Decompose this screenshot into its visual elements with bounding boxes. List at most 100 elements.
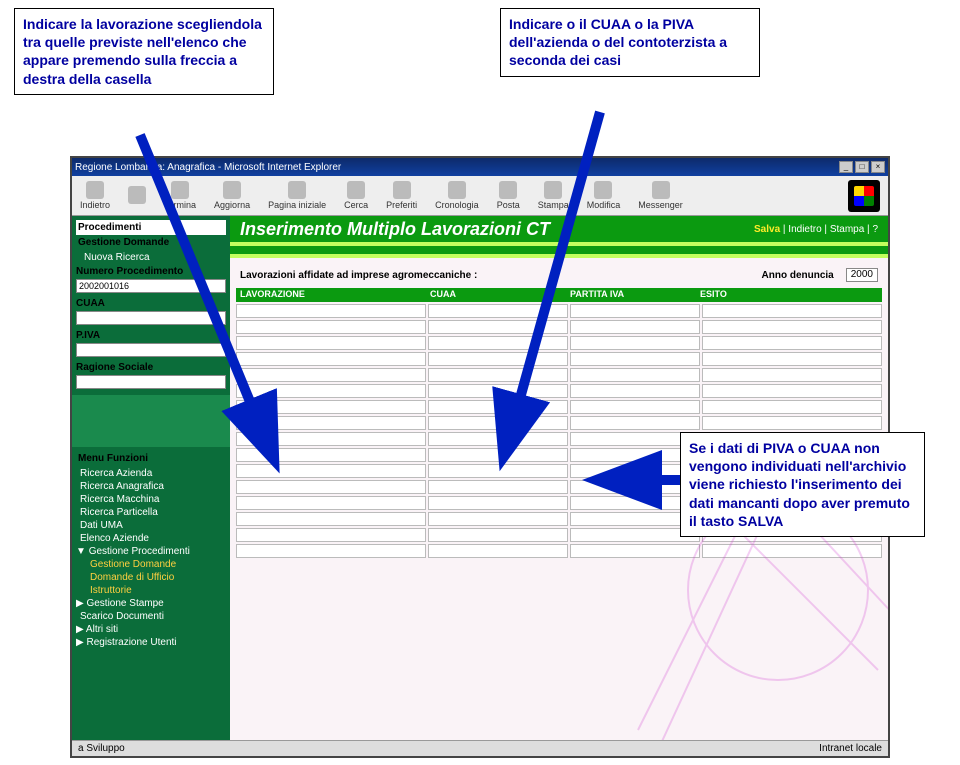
link-indietro[interactable]: Indietro bbox=[788, 224, 821, 235]
cell-esito bbox=[702, 384, 882, 398]
sidebar-menu-heading: Menu Funzioni bbox=[76, 451, 226, 466]
cell-piva[interactable] bbox=[570, 352, 700, 366]
cell-cuaa[interactable] bbox=[428, 416, 568, 430]
cell-cuaa[interactable] bbox=[428, 352, 568, 366]
cell-piva[interactable] bbox=[570, 368, 700, 382]
link-salva[interactable]: Salva bbox=[754, 224, 780, 235]
cell-cuaa[interactable] bbox=[428, 432, 568, 446]
star-icon bbox=[393, 181, 411, 199]
cell-piva[interactable] bbox=[570, 304, 700, 318]
menu-ricerca-particella[interactable]: Ricerca Particella bbox=[76, 507, 226, 518]
input-cuaa[interactable] bbox=[76, 311, 226, 325]
cell-cuaa[interactable] bbox=[428, 464, 568, 478]
cell-cuaa[interactable] bbox=[428, 336, 568, 350]
menu-registrazione-utenti[interactable]: ▶ Registrazione Utenti bbox=[76, 637, 226, 648]
cell-piva[interactable] bbox=[570, 400, 700, 414]
cell-cuaa[interactable] bbox=[428, 544, 568, 558]
tb-refresh[interactable]: Aggiorna bbox=[214, 181, 250, 210]
cell-lavorazione[interactable] bbox=[236, 368, 426, 382]
tb-stop[interactable]: Termina bbox=[164, 181, 196, 210]
cell-cuaa[interactable] bbox=[428, 480, 568, 494]
tb-history[interactable]: Cronologia bbox=[435, 181, 479, 210]
menu-dati-uma[interactable]: Dati UMA bbox=[76, 520, 226, 531]
cell-cuaa[interactable] bbox=[428, 496, 568, 510]
maximize-button[interactable]: □ bbox=[855, 161, 869, 173]
cell-cuaa[interactable] bbox=[428, 400, 568, 414]
cell-lavorazione[interactable] bbox=[236, 480, 426, 494]
status-bar: a Sviluppo Intranet locale bbox=[72, 740, 888, 756]
cell-lavorazione[interactable] bbox=[236, 320, 426, 334]
menu-altri-siti[interactable]: ▶ Altri siti bbox=[76, 624, 226, 635]
cell-piva[interactable] bbox=[570, 336, 700, 350]
col-esito: ESITO bbox=[696, 288, 882, 302]
sidebar-gestione: Gestione Domande bbox=[76, 235, 226, 250]
ie-logo-icon bbox=[848, 180, 880, 212]
input-ragione[interactable] bbox=[76, 375, 226, 389]
tb-mail[interactable]: Posta bbox=[497, 181, 520, 210]
cell-cuaa[interactable] bbox=[428, 512, 568, 526]
menu-ricerca-macchina[interactable]: Ricerca Macchina bbox=[76, 494, 226, 505]
menu-ricerca-azienda[interactable]: Ricerca Azienda bbox=[76, 468, 226, 479]
cell-lavorazione[interactable] bbox=[236, 544, 426, 558]
cell-lavorazione[interactable] bbox=[236, 432, 426, 446]
cell-cuaa[interactable] bbox=[428, 448, 568, 462]
close-button[interactable]: × bbox=[871, 161, 885, 173]
cell-lavorazione[interactable] bbox=[236, 416, 426, 430]
submenu-domande-ufficio[interactable]: Domande di Ufficio bbox=[76, 572, 226, 583]
input-piva[interactable] bbox=[76, 343, 226, 357]
forward-icon bbox=[128, 186, 146, 204]
tb-back[interactable]: Indietro bbox=[80, 181, 110, 210]
cell-lavorazione[interactable] bbox=[236, 496, 426, 510]
submenu-gestione-domande[interactable]: Gestione Domande bbox=[76, 559, 226, 570]
minimize-button[interactable]: _ bbox=[839, 161, 853, 173]
cell-lavorazione[interactable] bbox=[236, 512, 426, 526]
window-buttons: _ □ × bbox=[839, 161, 885, 173]
anno-label: Anno denuncia bbox=[762, 270, 834, 281]
info-row: Lavorazioni affidate ad imprese agromecc… bbox=[230, 258, 888, 288]
cell-cuaa[interactable] bbox=[428, 528, 568, 542]
cell-lavorazione[interactable] bbox=[236, 336, 426, 350]
table-row bbox=[236, 320, 882, 334]
cell-lavorazione[interactable] bbox=[236, 304, 426, 318]
tb-print[interactable]: Stampa bbox=[538, 181, 569, 210]
search-icon bbox=[347, 181, 365, 199]
cell-piva[interactable] bbox=[570, 416, 700, 430]
menu-elenco-aziende[interactable]: Elenco Aziende bbox=[76, 533, 226, 544]
cell-lavorazione[interactable] bbox=[236, 384, 426, 398]
menu-ricerca-anagrafica[interactable]: Ricerca Anagrafica bbox=[76, 481, 226, 492]
cell-lavorazione[interactable] bbox=[236, 400, 426, 414]
tb-fav[interactable]: Preferiti bbox=[386, 181, 417, 210]
tb-home[interactable]: Pagina iniziale bbox=[268, 181, 326, 210]
link-stampa[interactable]: Stampa bbox=[830, 224, 864, 235]
cell-cuaa[interactable] bbox=[428, 384, 568, 398]
cell-lavorazione[interactable] bbox=[236, 528, 426, 542]
table-row bbox=[236, 384, 882, 398]
table-row bbox=[236, 400, 882, 414]
cell-cuaa[interactable] bbox=[428, 368, 568, 382]
cell-lavorazione[interactable] bbox=[236, 352, 426, 366]
menu-scarico-documenti[interactable]: Scarico Documenti bbox=[76, 611, 226, 622]
cell-cuaa[interactable] bbox=[428, 304, 568, 318]
cell-lavorazione[interactable] bbox=[236, 464, 426, 478]
table-header: LAVORAZIONE CUAA PARTITA IVA ESITO bbox=[236, 288, 882, 302]
tb-forward[interactable] bbox=[128, 186, 146, 205]
link-help[interactable]: ? bbox=[872, 224, 878, 235]
tb-messenger[interactable]: Messenger bbox=[638, 181, 683, 210]
cell-lavorazione[interactable] bbox=[236, 448, 426, 462]
menu-gestione-stampe[interactable]: ▶ Gestione Stampe bbox=[76, 598, 226, 609]
cell-piva[interactable] bbox=[570, 384, 700, 398]
messenger-icon bbox=[652, 181, 670, 199]
table-row bbox=[236, 416, 882, 430]
cell-cuaa[interactable] bbox=[428, 320, 568, 334]
input-numero[interactable] bbox=[76, 279, 226, 293]
cell-piva[interactable] bbox=[570, 320, 700, 334]
sidebar-nuova-ricerca[interactable]: Nuova Ricerca bbox=[76, 252, 226, 263]
tb-search[interactable]: Cerca bbox=[344, 181, 368, 210]
tb-edit[interactable]: Modifica bbox=[587, 181, 621, 210]
print-icon bbox=[544, 181, 562, 199]
label-cuaa: CUAA bbox=[76, 298, 226, 309]
menu-gestione-procedimenti[interactable]: ▼ Gestione Procedimenti bbox=[76, 546, 226, 557]
window-title: Regione Lombardia: Anagrafica - Microsof… bbox=[75, 162, 341, 173]
refresh-icon bbox=[223, 181, 241, 199]
submenu-istruttorie[interactable]: Istruttorie bbox=[76, 585, 226, 596]
